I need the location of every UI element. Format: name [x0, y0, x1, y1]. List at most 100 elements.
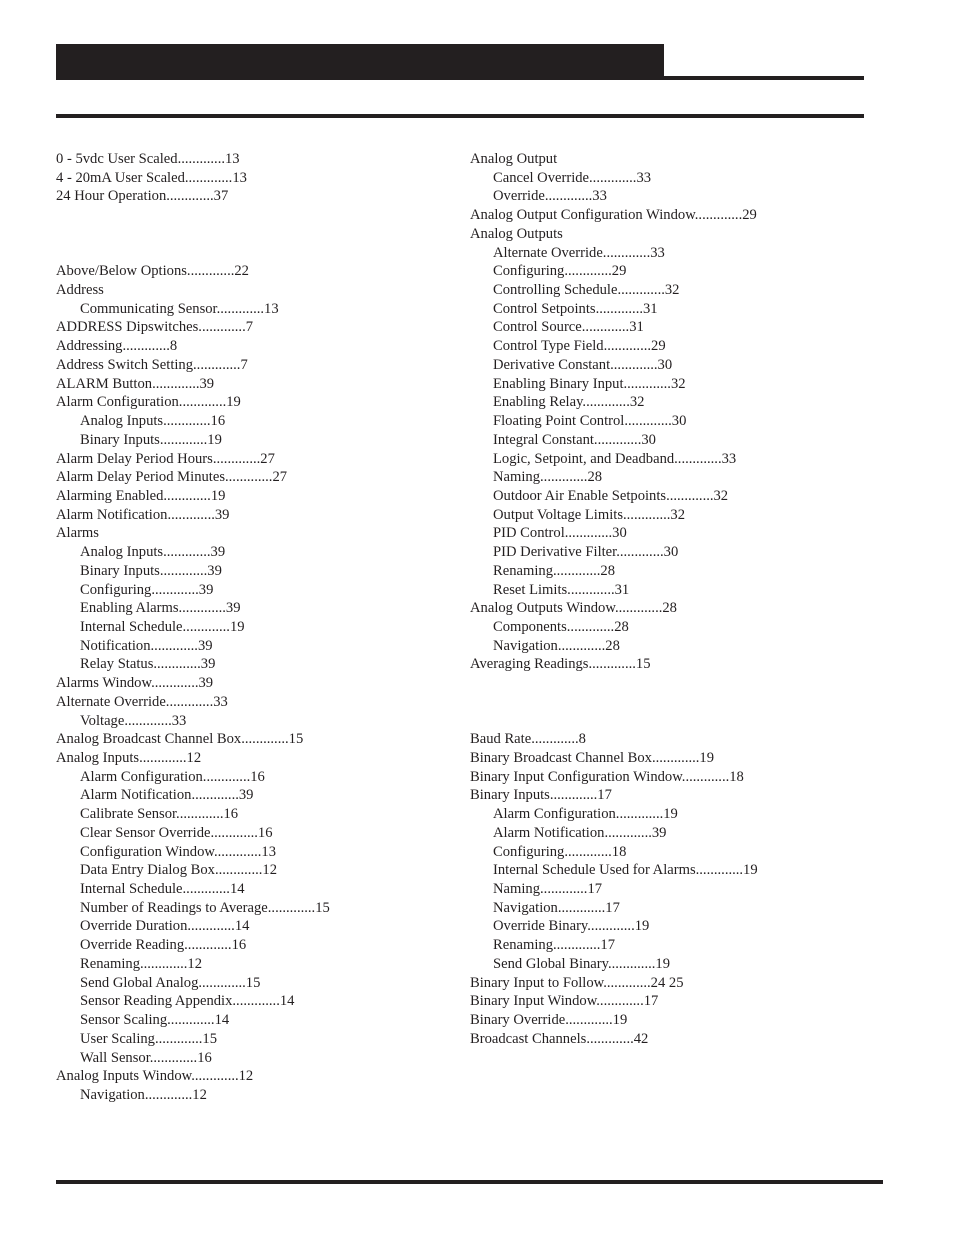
index-entry: 0 - 5vdc User Scaled.............13 [56, 151, 240, 167]
index-subentry: Outdoor Air Enable Setpoints............… [493, 487, 729, 504]
index-subentry: Naming.............28 [493, 469, 603, 486]
index-entry: Analog Output [470, 151, 558, 167]
index-subentry: Cancel Override.............33 [493, 169, 652, 186]
index-subentry: Relay Status.............39 [80, 656, 216, 673]
index-entry: Alarming Enabled.............19 [56, 487, 226, 504]
index-entry: Analog Output Configuration Window......… [470, 207, 757, 224]
index-entry: Binary Input to Follow.............24 25 [470, 974, 684, 991]
index-subentry: Alarm Notification.............39 [493, 824, 667, 841]
index-subentry: Data Entry Dialog Box.............12 [80, 862, 277, 879]
index-subentry: Configuring.............18 [493, 843, 627, 860]
index-subentry: Alarm Notification.............39 [80, 787, 254, 804]
index-column-left: 0 - 5vdc User Scaled.............13 4 - 2… [56, 150, 456, 1105]
index-subentry: Internal Schedule.............14 [80, 881, 245, 898]
footer-divider [56, 1180, 883, 1184]
index-subentry: Navigation.............17 [493, 899, 620, 916]
index-subentry: Sensor Scaling.............14 [80, 1012, 230, 1029]
index-subentry: Navigation.............12 [80, 1086, 207, 1103]
index-entry: 24 Hour Operation.............37 [56, 188, 229, 205]
index-entry: Addressing.............8 [56, 338, 178, 355]
index-subentry: Alarm Configuration.............19 [493, 806, 678, 823]
index-subentry: Control Source.............31 [493, 319, 644, 336]
index-entry: Analog Outputs Window.............28 [470, 600, 677, 617]
index-subentry: Renaming.............17 [493, 937, 616, 954]
index-entry: Alarm Delay Period Minutes.............2… [56, 469, 288, 486]
index-subentry: Integral Constant.............30 [493, 431, 656, 448]
index-entry: Address [56, 282, 104, 299]
index-subentry: Renaming.............12 [80, 955, 203, 972]
index-subentry: Output Voltage Limits.............32 [493, 506, 686, 523]
index-entry: ADDRESS Dipswitches.............7 [56, 319, 254, 336]
index-entry: Analog Broadcast Channel Box............… [56, 731, 304, 748]
index-entry: Alarm Delay Period Hours.............27 [56, 450, 275, 467]
index-subentry: Configuring.............39 [80, 581, 214, 598]
index-subentry: User Scaling.............15 [80, 1030, 218, 1047]
index-subentry: Sensor Reading Appendix.............14 [80, 993, 295, 1010]
index-subentry: Derivative Constant.............30 [493, 356, 673, 373]
index-subentry: Clear Sensor Override.............16 [80, 824, 273, 841]
index-subentry: Control Setpoints.............31 [493, 300, 658, 317]
index-subentry: Alternate Override.............33 [493, 244, 665, 261]
index-subentry: Renaming.............28 [493, 562, 616, 579]
index-subentry: Number of Readings to Average...........… [80, 899, 330, 916]
index-entry: Alarms [56, 525, 99, 542]
index-entry: Alternate Override.............33 [56, 693, 228, 710]
index-subentry: Send Global Binary.............19 [493, 955, 670, 972]
index-subentry: Analog Inputs.............39 [80, 544, 226, 561]
index-subentry: Control Type Field.............29 [493, 338, 666, 355]
index-subentry: Components.............28 [493, 618, 629, 635]
index-subentry: PID Derivative Filter.............30 [493, 544, 679, 561]
index-entry: Address Switch Setting.............7 [56, 356, 248, 373]
index-subentry: Navigation.............28 [493, 637, 620, 654]
index-subentry: Communicating Sensor.............13 [80, 300, 279, 317]
index-entry: Broadcast Channels.............42 [470, 1030, 649, 1047]
index-entry: Analog Inputs.............12 [56, 750, 202, 766]
index-entry: Above/Below Options.............22 [56, 263, 249, 280]
index-entry: ALARM Button.............39 [56, 375, 215, 392]
index-subentry: Enabling Alarms.............39 [80, 600, 241, 617]
index-subentry: Configuring.............29 [493, 263, 627, 280]
index-subentry: Enabling Relay.............32 [493, 394, 645, 411]
index-subentry: Wall Sensor.............16 [80, 1049, 212, 1066]
index-subentry: Send Global Analog.............15 [80, 974, 261, 991]
index-entry: Analog Outputs [470, 225, 563, 242]
index-subentry: Binary Inputs.............19 [80, 431, 222, 448]
index-entry: Binary Input Window.............17 [470, 993, 659, 1010]
index-entry: Analog Inputs Window.............12 [56, 1068, 254, 1085]
index-subentry: Floating Point Control.............30 [493, 413, 687, 430]
index-subentry: Override Binary.............19 [493, 918, 650, 935]
header-bar [56, 44, 664, 80]
index-entry: Binary Input Configuration Window.......… [470, 768, 744, 785]
index-entry: Alarm Notification.............39 [56, 506, 230, 523]
index-subentry: Analog Inputs.............16 [80, 413, 226, 430]
index-subentry: Logic, Setpoint, and Deadband...........… [493, 450, 737, 467]
index-subentry: Alarm Configuration.............16 [80, 768, 265, 785]
index-subentry: Calibrate Sensor.............16 [80, 806, 239, 823]
index-subentry: Override Duration.............14 [80, 918, 250, 935]
header-rule [664, 76, 864, 80]
index-column-right: Analog Output Cancel Override............… [470, 150, 890, 1049]
index-subentry: Controlling Schedule.............32 [493, 282, 680, 299]
index-subentry: Binary Inputs.............39 [80, 562, 222, 579]
index-entry: Baud Rate.............8 [470, 731, 586, 748]
index-subentry: PID Control.............30 [493, 525, 627, 542]
index-subentry: Override Reading.............16 [80, 937, 247, 954]
index-entry: Averaging Readings.............15 [470, 656, 651, 673]
index-entry: Alarm Configuration.............19 [56, 394, 241, 411]
index-subentry: Internal Schedule.............19 [80, 618, 245, 635]
index-subentry: Enabling Binary Input.............32 [493, 375, 686, 392]
index-subentry: Voltage.............33 [80, 712, 187, 729]
index-subentry: Configuration Window.............13 [80, 843, 277, 860]
index-subentry: Override.............33 [493, 188, 607, 205]
index-entry: Alarms Window.............39 [56, 675, 214, 692]
index-entry: 4 - 20mA User Scaled.............13 [56, 169, 247, 186]
index-subentry: Reset Limits.............31 [493, 581, 630, 598]
index-entry: Binary Broadcast Channel Box............… [470, 750, 715, 766]
index-entry: Binary Override.............19 [470, 1012, 628, 1029]
